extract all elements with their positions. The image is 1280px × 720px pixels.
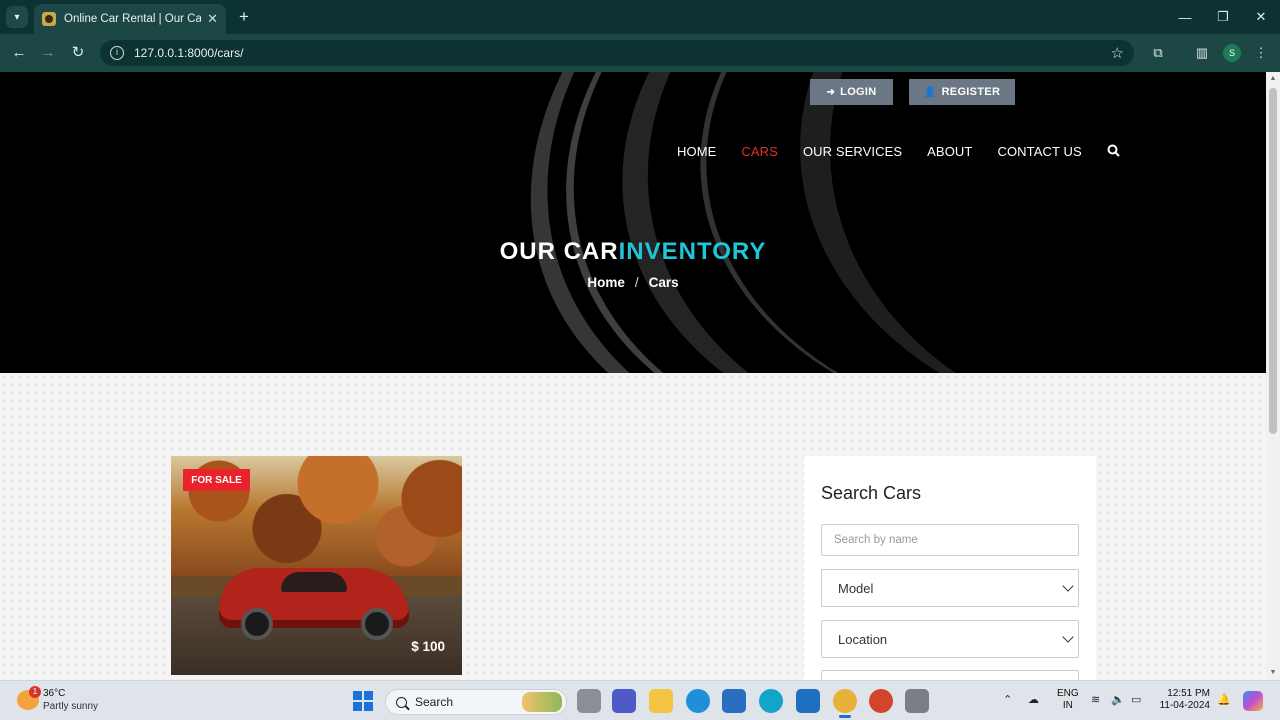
site-favicon-icon [42,12,56,26]
chevron-down-icon [1062,580,1074,592]
hero-banner: ➜ LOGIN 👤 REGISTER HOME CARS OUR SERVICE… [0,72,1266,373]
location-select-value: Location [838,631,888,647]
input-language[interactable]: ENG IN [1057,688,1079,712]
profile-avatar[interactable]: S [1223,44,1241,62]
url-text: 127.0.0.1:8000/cars/ [134,46,244,60]
clock-date: 11-04-2024 [1159,700,1210,711]
scrollbar-thumb[interactable] [1269,88,1277,434]
nav-about[interactable]: ABOUT [927,144,972,159]
canva-icon[interactable] [759,689,783,713]
start-menu-icon[interactable] [353,691,373,711]
for-sale-badge: FOR SALE [183,469,250,491]
nav-home[interactable]: HOME [677,144,716,159]
onedrive-icon[interactable]: ☁ [1028,693,1039,706]
snipping-tool-icon[interactable] [905,689,929,713]
file-explorer-icon[interactable] [649,689,673,713]
model-select-value: Model [838,580,874,596]
bookmark-star-icon[interactable]: ☆ [1111,44,1124,62]
clock-time: 12:51 PM [1167,688,1210,699]
close-window-button[interactable]: ✕ [1242,0,1280,34]
back-arrow-icon[interactable]: ← [8,42,30,64]
battery-icon[interactable]: ▭ [1131,693,1141,706]
volume-icon[interactable]: 🔈 [1111,693,1125,706]
powerpoint-icon[interactable] [869,689,893,713]
main-nav: HOME CARS OUR SERVICES ABOUT CONTACT US [677,141,1121,161]
car-card[interactable]: FOR SALE $ 100 [171,456,462,675]
new-tab-button[interactable]: + [234,6,254,28]
page-scrollbar[interactable]: ▲ ▼ [1266,72,1280,680]
wifi-icon[interactable]: ≋ [1091,693,1100,706]
reload-icon[interactable]: ↻ [67,42,89,64]
breadcrumb-current: Cars [648,275,679,290]
chevron-up-icon[interactable]: ⌃ [1003,693,1012,706]
teams-icon[interactable] [612,689,636,713]
login-label: LOGIN [840,86,877,98]
search-cars-widget: Search Cars Search by name Model Locatio… [804,456,1096,680]
breadcrumb: Home / Cars [0,275,1266,290]
user-plus-icon: 👤 [923,86,937,98]
nav-our-services[interactable]: OUR SERVICES [803,144,902,159]
page-viewport: ➜ LOGIN 👤 REGISTER HOME CARS OUR SERVICE… [0,72,1266,680]
search-highlight-image [522,692,562,712]
edge-icon[interactable] [686,689,710,713]
microsoft-store-icon[interactable] [722,689,746,713]
tab-search-button[interactable]: ▾ [6,6,28,28]
address-bar[interactable]: i 127.0.0.1:8000/cars/ ☆ [100,40,1134,66]
model-select[interactable]: Model [821,569,1079,607]
sign-in-icon: ➜ [826,86,836,98]
weather-temperature: 36°C [43,688,66,699]
car-price: $ 100 [411,639,445,654]
page-title-main: OUR CAR [499,238,619,265]
search-cars-title: Search Cars [821,483,922,503]
login-button[interactable]: ➜ LOGIN [810,79,893,105]
notification-badge: 1 [29,686,41,698]
chrome-icon[interactable] [833,689,857,718]
additional-filter-select[interactable] [821,670,1079,680]
language-code: ENG [1057,688,1079,699]
breadcrumb-separator: / [634,275,639,290]
side-panel-icon[interactable]: ▥ [1191,42,1213,64]
chevron-down-icon [1062,631,1074,643]
location-select[interactable]: Location [821,620,1079,658]
region-code: IN [1062,700,1073,711]
tab-title: Online Car Rental | Our Cars Inv [64,13,202,25]
taskbar-search[interactable]: Search [385,689,567,715]
os-taskbar: 1 36°C Partly sunny Search ⌃ ☁ ENG IN ≋ … [0,680,1280,720]
site-info-icon[interactable]: i [110,46,124,60]
browser-tab[interactable]: Online Car Rental | Our Cars Inv ✕ [34,4,226,34]
scroll-down-arrow-icon[interactable]: ▼ [1269,669,1277,677]
nav-cars[interactable]: CARS [741,144,778,159]
forward-arrow-icon[interactable]: → [37,42,59,64]
notifications-bell-icon[interactable]: 🔔 [1217,693,1231,706]
minimize-button[interactable]: — [1166,0,1204,34]
copilot-icon[interactable] [1243,691,1263,711]
register-label: REGISTER [941,86,1001,98]
tab-close-icon[interactable]: ✕ [207,11,218,27]
browser-toolbar: ← → ↻ i 127.0.0.1:8000/cars/ ☆ ⧉ ▥ ⋮ [0,34,1280,72]
system-clock[interactable]: 12:51 PM 11-04-2024 [1158,688,1210,712]
nav-contact-us[interactable]: CONTACT US [997,144,1081,159]
browser-menu-icon[interactable]: ⋮ [1250,42,1272,64]
search-by-name-input[interactable]: Search by name [821,524,1079,556]
weather-description: Partly sunny [43,701,99,712]
search-icon [396,696,407,708]
page-title: OUR CARINVENTORY [0,238,1266,266]
taskbar-search-label: Search [415,695,454,709]
task-view-icon[interactable] [577,689,601,713]
breadcrumb-home[interactable]: Home [587,275,625,290]
vscode-icon[interactable] [796,689,820,713]
extensions-icon[interactable]: ⧉ [1147,42,1169,64]
register-button[interactable]: 👤 REGISTER [909,79,1015,105]
search-icon[interactable] [1107,144,1121,158]
browser-tab-bar: ▾ Online Car Rental | Our Cars Inv ✕ + —… [0,0,1280,34]
scroll-up-arrow-icon[interactable]: ▲ [1269,75,1277,83]
maximize-button[interactable]: ❐ [1204,0,1242,34]
page-title-accent: INVENTORY [618,238,767,265]
